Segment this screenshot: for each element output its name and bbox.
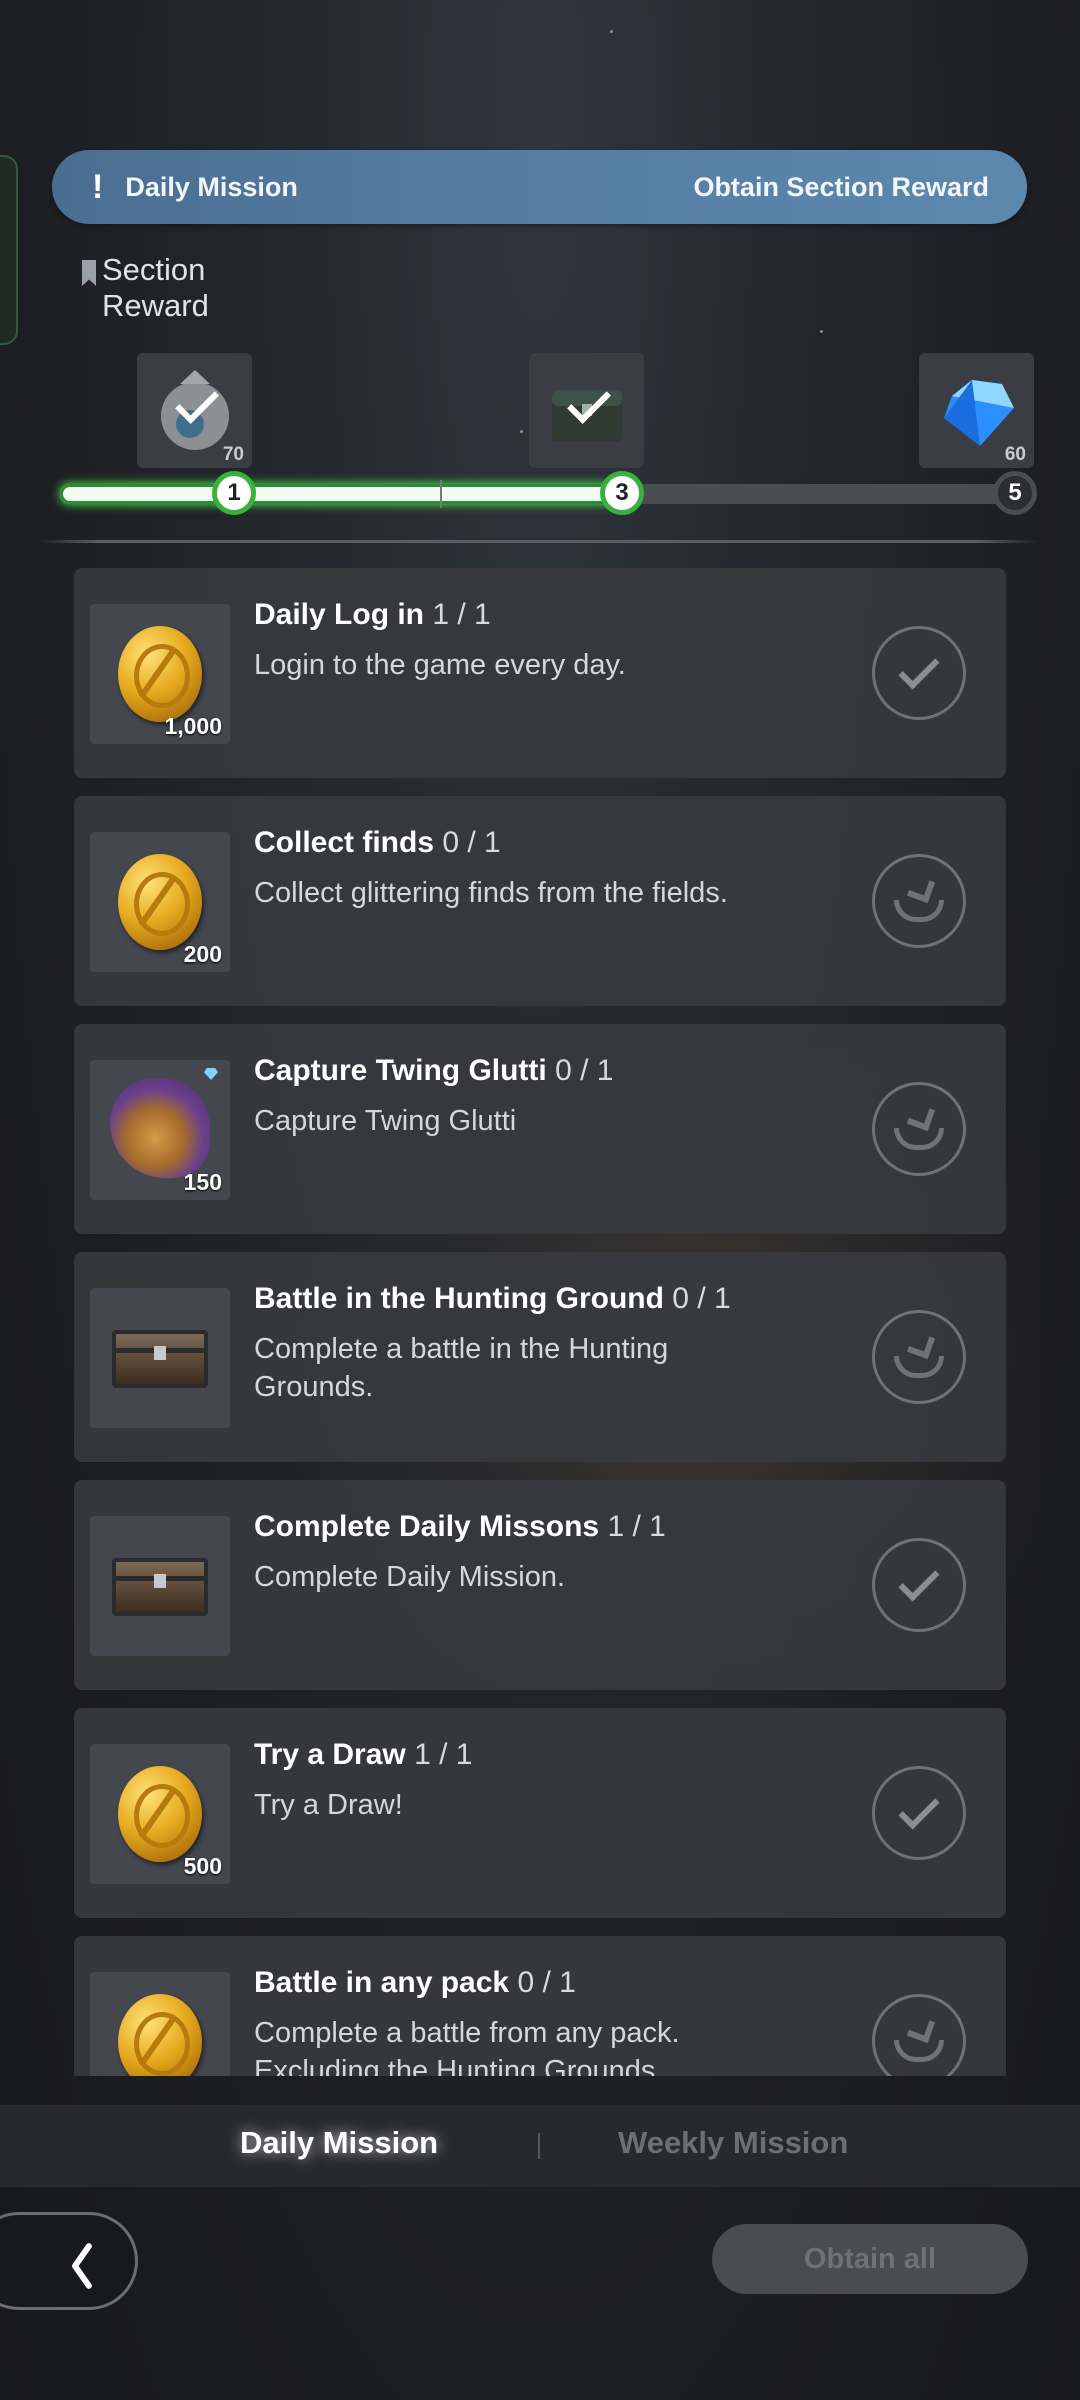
gold-coin-icon bbox=[118, 1994, 202, 2076]
completed-check-button[interactable] bbox=[872, 1766, 966, 1860]
tab-weekly-mission[interactable]: Weekly Mission bbox=[618, 2125, 848, 2161]
mission-title-text: Collect finds bbox=[254, 826, 435, 859]
section-label-line1: Section bbox=[102, 252, 206, 287]
reward-quantity: 200 bbox=[183, 941, 222, 967]
mission-title: Capture Twing Glutti 0 / 1 bbox=[254, 1054, 613, 1088]
claim-hand-icon bbox=[892, 1102, 946, 1154]
obtain-all-button[interactable]: Obtain all bbox=[712, 2224, 1028, 2294]
reward-quantity: 1,000 bbox=[164, 713, 222, 739]
mission-card: Battle in any pack 0 / 1 Complete a batt… bbox=[74, 1936, 1006, 2076]
mission-title-text: Capture Twing Glutti bbox=[254, 1054, 547, 1087]
mission-description: Complete Daily Mission. bbox=[254, 1561, 566, 1593]
check-icon bbox=[898, 648, 940, 690]
obtain-section-reward-link[interactable]: Obtain Section Reward bbox=[693, 172, 989, 203]
mission-count: 0 / 1 bbox=[672, 1282, 731, 1315]
section-reward-2[interactable] bbox=[529, 353, 644, 468]
mission-description: Complete a battle from any pack. Excludi… bbox=[254, 2017, 680, 2076]
tab-separator bbox=[538, 2133, 540, 2159]
mission-title-text: Battle in any pack bbox=[254, 1966, 510, 1999]
mission-description: Complete a battle in the Hunting Grounds… bbox=[254, 1333, 669, 1403]
mission-card: Complete Daily Missons 1 / 1 Complete Da… bbox=[74, 1480, 1006, 1690]
milestone-node-3: 3 bbox=[600, 471, 644, 515]
mission-count: 0 / 1 bbox=[555, 1054, 614, 1087]
reward-thumbnail bbox=[90, 1972, 230, 2076]
bookmark-icon bbox=[82, 260, 96, 286]
mission-list[interactable]: 1,000 Daily Log in 1 / 1 Login to the ga… bbox=[74, 568, 1006, 2076]
mission-tabs: Daily Mission Weekly Mission bbox=[0, 2105, 1080, 2187]
section-progress-bar: 1 3 5 bbox=[60, 471, 1037, 515]
progress-fill bbox=[60, 484, 614, 504]
reward-quantity: 150 bbox=[183, 1169, 222, 1195]
reward-quantity: 70 bbox=[222, 444, 244, 465]
mission-card: 1,000 Daily Log in 1 / 1 Login to the ga… bbox=[74, 568, 1006, 778]
mission-title: Battle in the Hunting Ground 0 / 1 bbox=[254, 1282, 731, 1316]
mission-count: 1 / 1 bbox=[432, 598, 491, 631]
tab-daily-mission[interactable]: Daily Mission bbox=[240, 2125, 438, 2161]
claim-reward-button[interactable] bbox=[872, 1082, 966, 1176]
mission-count: 1 / 1 bbox=[414, 1738, 473, 1771]
mission-title: Try a Draw 1 / 1 bbox=[254, 1738, 472, 1772]
mission-title: Daily Log in 1 / 1 bbox=[254, 598, 491, 632]
claim-hand-icon bbox=[892, 1330, 946, 1382]
gold-coin-icon bbox=[118, 1766, 202, 1862]
check-icon bbox=[898, 1788, 940, 1830]
claim-hand-icon bbox=[892, 2014, 946, 2066]
mission-title-text: Complete Daily Missons bbox=[254, 1510, 600, 1543]
side-panel-edge[interactable] bbox=[0, 155, 18, 345]
mission-count: 0 / 1 bbox=[517, 1966, 576, 1999]
mission-count: 0 / 1 bbox=[442, 826, 501, 859]
mission-screen: ! Daily Mission Obtain Section Reward Se… bbox=[0, 0, 1080, 2400]
mission-title-text: Try a Draw bbox=[254, 1738, 406, 1771]
claim-reward-button[interactable] bbox=[872, 1994, 966, 2076]
mission-description: Login to the game every day. bbox=[254, 649, 626, 681]
completed-check-button[interactable] bbox=[872, 1538, 966, 1632]
progress-divider bbox=[440, 480, 442, 508]
section-reward-3[interactable]: 60 bbox=[919, 353, 1034, 468]
gem-icon bbox=[943, 379, 1014, 446]
mission-title: Battle in any pack 0 / 1 bbox=[254, 1966, 576, 2000]
reward-thumbnail: 500 bbox=[90, 1744, 230, 1884]
mission-description: Capture Twing Glutti bbox=[254, 1105, 517, 1137]
claim-reward-button[interactable] bbox=[872, 854, 966, 948]
back-button[interactable] bbox=[0, 2212, 138, 2310]
mission-count: 1 / 1 bbox=[607, 1510, 666, 1543]
reward-quantity: 60 bbox=[1004, 444, 1026, 465]
section-reward-label: Section Reward bbox=[82, 252, 209, 324]
mission-card: 150 Capture Twing Glutti 0 / 1 Capture T… bbox=[74, 1024, 1006, 1234]
mission-description: Collect glittering finds from the fields… bbox=[254, 877, 728, 909]
gold-coin-icon bbox=[118, 626, 202, 722]
divider-line bbox=[38, 540, 1038, 543]
banner-title: Daily Mission bbox=[125, 171, 298, 202]
creature-icon bbox=[110, 1078, 210, 1178]
mission-card: Battle in the Hunting Ground 0 / 1 Compl… bbox=[74, 1252, 1006, 1462]
mission-title: Collect finds 0 / 1 bbox=[254, 826, 501, 860]
mission-card: 200 Collect finds 0 / 1 Collect glitteri… bbox=[74, 796, 1006, 1006]
completed-check-button[interactable] bbox=[872, 626, 966, 720]
reward-thumbnail bbox=[90, 1288, 230, 1428]
mission-title-text: Battle in the Hunting Ground bbox=[254, 1282, 664, 1315]
section-reward-1[interactable]: 70 bbox=[137, 353, 252, 468]
mission-title: Complete Daily Missons 1 / 1 bbox=[254, 1510, 666, 1544]
daily-mission-banner[interactable]: ! Daily Mission Obtain Section Reward bbox=[52, 150, 1027, 224]
exclamation-icon: ! bbox=[92, 167, 104, 206]
milestone-node-5: 5 bbox=[993, 471, 1037, 515]
chest-icon bbox=[112, 1330, 208, 1388]
mission-title-text: Daily Log in bbox=[254, 598, 425, 631]
back-arrow-icon bbox=[69, 2241, 103, 2287]
gold-coin-icon bbox=[118, 854, 202, 950]
claim-reward-button[interactable] bbox=[872, 1310, 966, 1404]
reward-thumbnail: 150 bbox=[90, 1060, 230, 1200]
check-icon bbox=[898, 1560, 940, 1602]
section-label-line2: Reward bbox=[102, 288, 209, 323]
reward-thumbnail: 1,000 bbox=[90, 604, 230, 744]
reward-quantity: 500 bbox=[183, 1853, 222, 1879]
reward-thumbnail: 200 bbox=[90, 832, 230, 972]
mission-card: 500 Try a Draw 1 / 1 Try a Draw! bbox=[74, 1708, 1006, 1918]
chest-icon bbox=[112, 1558, 208, 1616]
claim-hand-icon bbox=[892, 874, 946, 926]
milestone-node-1: 1 bbox=[212, 471, 256, 515]
mission-description: Try a Draw! bbox=[254, 1789, 403, 1821]
reward-thumbnail bbox=[90, 1516, 230, 1656]
gem-badge-icon bbox=[204, 1068, 218, 1080]
